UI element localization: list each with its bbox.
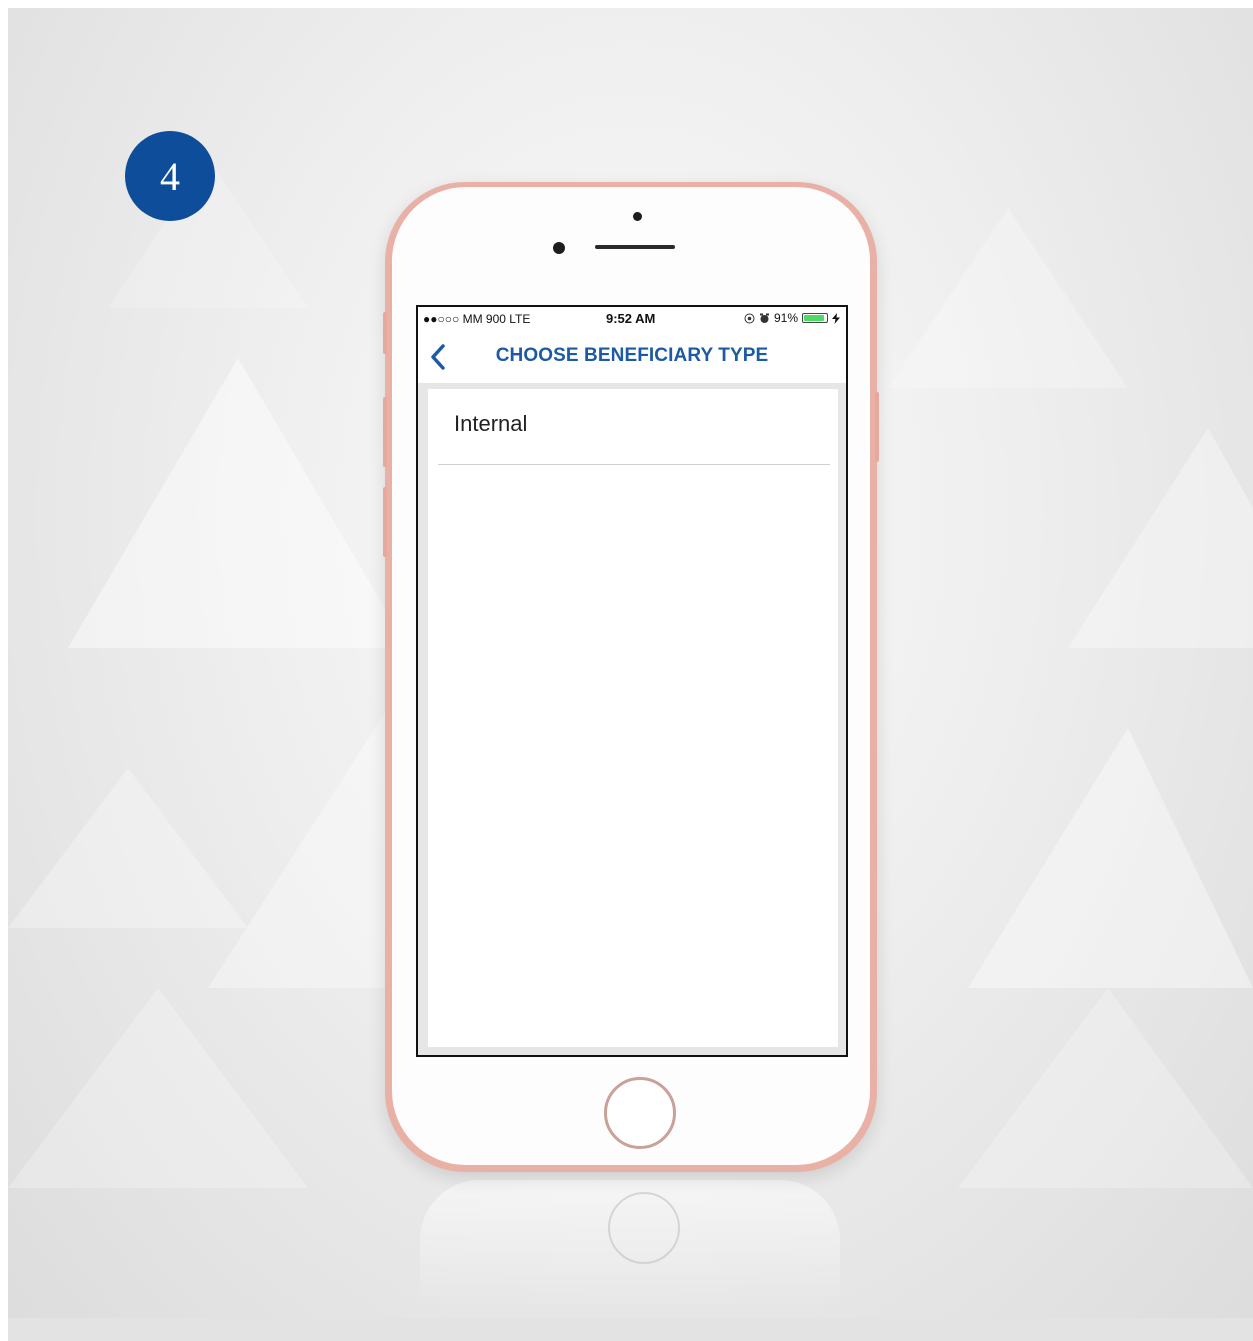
- status-bar: ●●○○○ MM 900 LTE 9:52 AM 91%: [418, 307, 846, 331]
- step-number-badge: 4: [125, 131, 215, 221]
- bottom-band: [8, 1318, 1253, 1341]
- navigation-bar: CHOOSE BENEFICIARY TYPE: [418, 331, 846, 383]
- volume-down-button: [383, 487, 387, 557]
- proximity-sensor-icon: [553, 242, 565, 254]
- volume-up-button: [383, 397, 387, 467]
- battery-icon: [802, 313, 828, 323]
- phone-screen: ●●○○○ MM 900 LTE 9:52 AM 91% CHOOSE BENE…: [416, 305, 848, 1057]
- home-button-reflection: [608, 1192, 680, 1264]
- status-time: 9:52 AM: [606, 311, 656, 326]
- battery-level-fill: [804, 315, 824, 321]
- list-item-label: Internal: [454, 411, 528, 436]
- charging-bolt-icon: [832, 312, 840, 324]
- status-indicators: 91%: [744, 311, 840, 325]
- earpiece-speaker: [595, 245, 675, 249]
- power-button: [875, 392, 879, 462]
- battery-percent: 91%: [773, 311, 798, 325]
- beneficiary-type-list: Internal: [428, 389, 838, 1047]
- list-item-internal[interactable]: Internal: [438, 389, 830, 465]
- location-lock-icon: [744, 313, 755, 323]
- carrier-label: ●●○○○ MM 900 LTE: [423, 312, 531, 326]
- home-button[interactable]: [604, 1077, 676, 1149]
- mute-switch: [383, 312, 387, 354]
- front-camera-icon: [633, 212, 642, 221]
- alarm-icon: [759, 313, 769, 323]
- content-area: Internal: [418, 383, 846, 1055]
- page-title: CHOOSE BENEFICIARY TYPE: [495, 345, 769, 366]
